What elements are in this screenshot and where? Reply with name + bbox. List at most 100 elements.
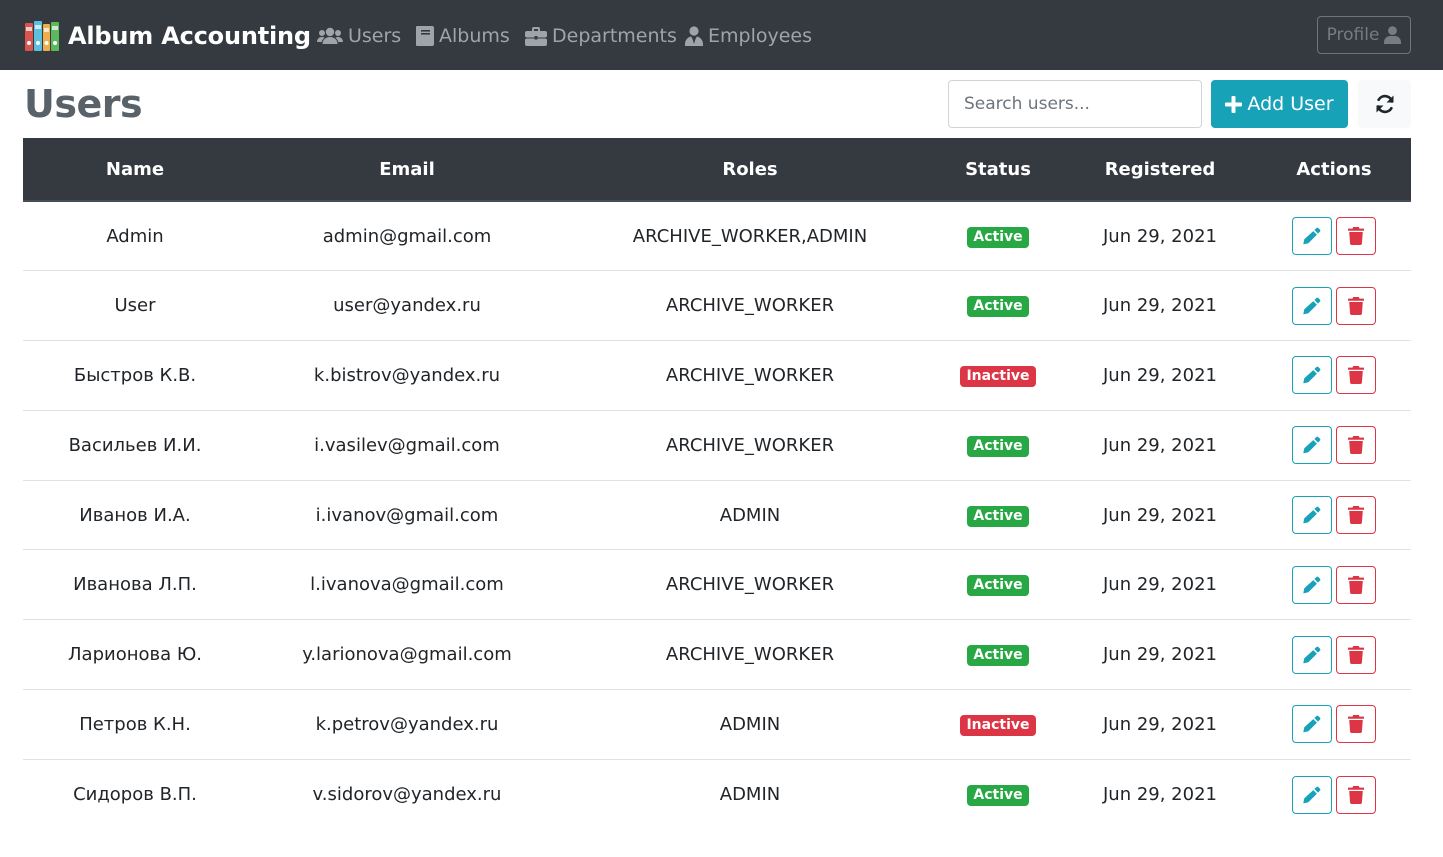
cell-status: Active xyxy=(933,410,1063,481)
cell-status: Active xyxy=(933,549,1063,621)
cell-roles: ARCHIVE_WORKER xyxy=(567,410,933,481)
user-icon xyxy=(1384,26,1402,44)
cell-registered: Jun 29, 2021 xyxy=(1063,619,1257,691)
status-badge: Inactive xyxy=(960,714,1036,736)
status-badge: Active xyxy=(967,435,1029,457)
nav-employees-link[interactable]: Employees xyxy=(685,22,812,50)
cell-status: Inactive xyxy=(933,340,1063,411)
delete-user-button[interactable] xyxy=(1336,635,1376,674)
table-row[interactable]: Иванова Л.П. l.ivanova@gmail.com ARCHIVE_W… xyxy=(23,549,1411,621)
header-email: Email xyxy=(247,138,567,202)
nav-departments-link[interactable]: Departments xyxy=(525,22,677,50)
cell-name: Петров К.Н. xyxy=(23,689,247,760)
users-table: Name Email Roles Status Registered Actio… xyxy=(23,138,1411,829)
user-tie-icon xyxy=(685,26,703,46)
nav-users-link[interactable]: Users xyxy=(317,22,401,50)
cell-name: Иванов И.А. xyxy=(23,480,247,551)
delete-user-button[interactable] xyxy=(1336,286,1376,325)
table-header-row: Name Email Roles Status Registered Actio… xyxy=(23,138,1411,202)
cell-status: Active xyxy=(933,201,1063,272)
cell-registered: Jun 29, 2021 xyxy=(1063,689,1257,760)
brand-link[interactable]: Album Accounting xyxy=(24,18,311,54)
header-registered: Registered xyxy=(1063,138,1257,202)
table-row[interactable]: Петров К.Н. k.petrov@yandex.ru ADMIN Inacti… xyxy=(23,689,1411,760)
table-row[interactable]: Сидоров В.П. v.sidorov@yandex.ru ADMIN Acti… xyxy=(23,759,1411,829)
cell-registered: Jun 29, 2021 xyxy=(1102,784,1217,806)
table-header: Name Email Roles Status Registered Actio… xyxy=(23,138,1411,202)
table-row[interactable]: Иванов И.А. i.ivanov@gmail.com ADMIN Active… xyxy=(23,480,1411,551)
profile-button[interactable]: Profile xyxy=(1317,16,1411,54)
cell-registered: Jun 29, 2021 xyxy=(1063,201,1257,272)
cell-email: user@yandex.ru xyxy=(247,270,567,342)
edit-user-button[interactable] xyxy=(1292,635,1332,674)
status-badge: Active xyxy=(967,226,1029,248)
status-badge: Active xyxy=(967,645,1029,667)
binders-logo-icon xyxy=(25,21,59,51)
nav-albums-label: Albums xyxy=(439,25,510,47)
cell-name: Васильев И.И. xyxy=(23,410,247,481)
cell-actions xyxy=(1257,689,1411,760)
cell-actions xyxy=(1257,759,1411,829)
search-input[interactable] xyxy=(948,80,1202,128)
cell-status: Inactive xyxy=(933,689,1063,760)
delete-user-button[interactable] xyxy=(1336,775,1376,814)
nav-employees-label: Employees xyxy=(708,25,812,47)
cell-actions xyxy=(1257,480,1411,551)
pencil-icon xyxy=(1303,716,1321,733)
briefcase-icon xyxy=(525,26,547,46)
delete-user-button[interactable] xyxy=(1336,565,1376,604)
edit-user-button[interactable] xyxy=(1292,356,1332,395)
cell-email: k.bistrov@yandex.ru xyxy=(247,340,567,411)
trash-icon xyxy=(1348,575,1364,594)
cell-registered: Jun 29, 2021 xyxy=(1063,270,1257,342)
pencil-icon xyxy=(1303,227,1321,245)
status-badge: Inactive xyxy=(960,365,1036,387)
edit-user-button[interactable] xyxy=(1292,426,1332,465)
cell-actions xyxy=(1257,340,1411,411)
cell-name: Быстров К.В. xyxy=(23,340,247,411)
cell-name: Сидоров В.П. xyxy=(73,784,197,806)
header-actions: Actions xyxy=(1257,138,1411,202)
cell-registered: Jun 29, 2021 xyxy=(1063,549,1257,621)
cell-status: Active xyxy=(933,270,1063,342)
add-user-button[interactable]: Add User xyxy=(1211,80,1348,128)
trash-icon xyxy=(1348,785,1364,804)
edit-user-button[interactable] xyxy=(1292,496,1332,535)
cell-email: i.vasilev@gmail.com xyxy=(247,410,567,481)
table-row[interactable]: Васильев И.И. i.vasilev@gmail.com ARCHIVE_… xyxy=(23,410,1411,481)
cell-registered: Jun 29, 2021 xyxy=(1063,480,1257,551)
cell-email: v.sidorov@yandex.ru xyxy=(312,784,502,806)
pencil-icon xyxy=(1303,506,1321,524)
delete-user-button[interactable] xyxy=(1336,426,1376,465)
book-icon xyxy=(416,26,434,46)
header-roles: Roles xyxy=(567,138,933,202)
edit-user-button[interactable] xyxy=(1292,705,1332,744)
refresh-button[interactable] xyxy=(1358,80,1411,128)
trash-icon xyxy=(1348,227,1364,246)
delete-user-button[interactable] xyxy=(1336,496,1376,535)
edit-user-button[interactable] xyxy=(1292,286,1332,325)
delete-user-button[interactable] xyxy=(1336,705,1376,744)
delete-user-button[interactable] xyxy=(1336,356,1376,395)
edit-user-button[interactable] xyxy=(1292,217,1332,256)
nav-albums-link[interactable]: Albums xyxy=(416,22,510,50)
brand-title: Album Accounting xyxy=(68,22,311,50)
table-row[interactable]: User user@yandex.ru ARCHIVE_WORKER Active Ju… xyxy=(23,270,1411,342)
cell-actions xyxy=(1257,270,1411,342)
refresh-icon xyxy=(1376,94,1393,114)
delete-user-button[interactable] xyxy=(1336,217,1376,256)
table-row[interactable]: Admin admin@gmail.com ARCHIVE_WORKER,ADMIN… xyxy=(23,201,1411,272)
nav-departments-label: Departments xyxy=(552,25,677,47)
cell-roles: ARCHIVE_WORKER xyxy=(567,340,933,411)
cell-actions xyxy=(1257,619,1411,691)
table-row[interactable]: Быстров К.В. k.bistrov@yandex.ru ARCHIVE_W… xyxy=(23,340,1411,411)
cell-actions xyxy=(1257,549,1411,621)
pencil-icon xyxy=(1303,786,1321,803)
edit-user-button[interactable] xyxy=(1292,775,1332,814)
cell-email: admin@gmail.com xyxy=(247,201,567,272)
table-row[interactable]: Ларионова Ю. y.larionova@gmail.com ARCHIVE… xyxy=(23,619,1411,691)
edit-user-button[interactable] xyxy=(1292,565,1332,604)
table-body: Admin admin@gmail.com ARCHIVE_WORKER,ADMIN… xyxy=(23,201,1411,829)
cell-name: Иванова Л.П. xyxy=(23,549,247,621)
cell-actions xyxy=(1257,201,1411,272)
